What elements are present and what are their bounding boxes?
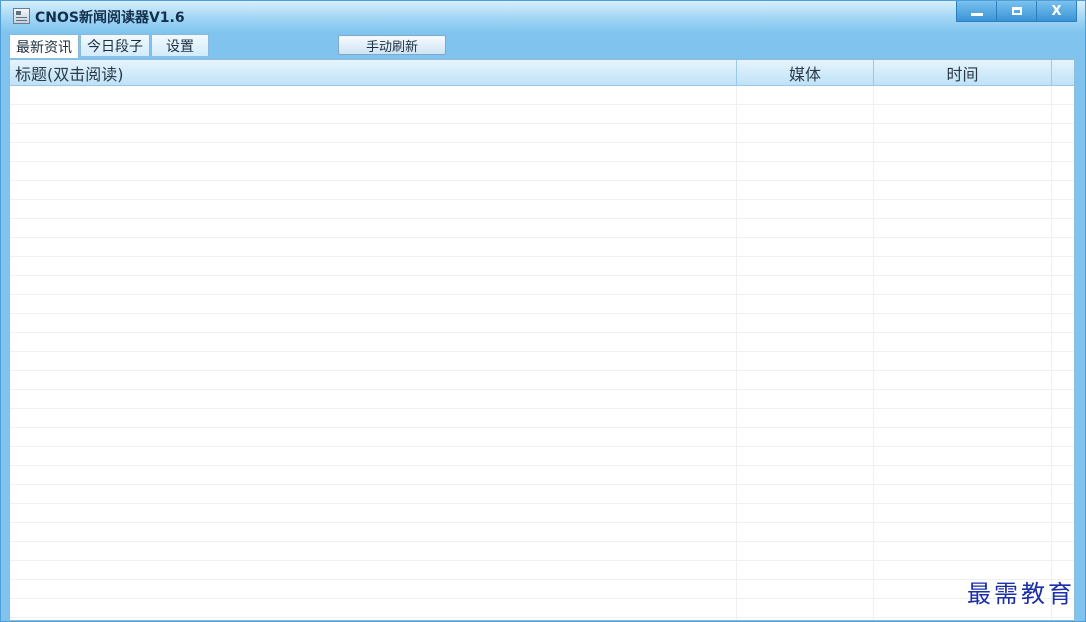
minimize-icon [970, 12, 983, 16]
table-row[interactable] [10, 428, 1074, 447]
column-divider [873, 86, 874, 620]
window-title: CNOS新闻阅读器V1.6 [35, 10, 185, 26]
minimize-button[interactable] [956, 1, 997, 22]
table-row[interactable] [10, 162, 1074, 181]
table-row[interactable] [10, 523, 1074, 542]
table-row[interactable] [10, 580, 1074, 599]
list-header: 标题(双击阅读) 媒体 时间 [10, 60, 1074, 86]
table-row[interactable] [10, 219, 1074, 238]
column-header-filler [1052, 60, 1074, 85]
tab-bar: 最新资讯 今日段子 设置 [9, 34, 210, 58]
news-list[interactable]: 标题(双击阅读) 媒体 时间 [9, 59, 1075, 621]
table-row[interactable] [10, 409, 1074, 428]
table-row[interactable] [10, 143, 1074, 162]
table-row[interactable] [10, 466, 1074, 485]
table-row[interactable] [10, 371, 1074, 390]
table-row[interactable] [10, 86, 1074, 105]
watermark-text: 最需教育 [967, 580, 1075, 608]
table-row[interactable] [10, 390, 1074, 409]
table-row[interactable] [10, 542, 1074, 561]
table-row[interactable] [10, 314, 1074, 333]
table-row[interactable] [10, 105, 1074, 124]
table-row[interactable] [10, 257, 1074, 276]
table-row[interactable] [10, 295, 1074, 314]
table-row[interactable] [10, 238, 1074, 257]
table-row[interactable] [10, 333, 1074, 352]
title-bar[interactable]: CNOS新闻阅读器V1.6 X [1, 1, 1085, 33]
column-header-title[interactable]: 标题(双击阅读) [10, 60, 737, 85]
column-header-media[interactable]: 媒体 [737, 60, 874, 85]
column-header-time[interactable]: 时间 [874, 60, 1052, 85]
table-row[interactable] [10, 447, 1074, 466]
window-controls: X [956, 1, 1077, 23]
maximize-button[interactable] [997, 1, 1037, 22]
table-row[interactable] [10, 200, 1074, 219]
manual-refresh-button[interactable]: 手动刷新 [338, 35, 446, 55]
table-row[interactable] [10, 276, 1074, 295]
app-window: CNOS新闻阅读器V1.6 X 最新资讯 今日段子 设置 手动刷新 标题(双击阅… [0, 0, 1086, 622]
tab-settings[interactable]: 设置 [151, 34, 209, 56]
app-icon [13, 8, 30, 24]
table-row[interactable] [10, 181, 1074, 200]
close-button[interactable]: X [1037, 1, 1077, 22]
close-icon: X [1051, 3, 1062, 19]
table-row[interactable] [10, 485, 1074, 504]
table-row[interactable] [10, 504, 1074, 523]
list-rows [10, 86, 1074, 618]
table-row[interactable] [10, 352, 1074, 371]
table-row[interactable] [10, 561, 1074, 580]
maximize-icon [1011, 7, 1022, 15]
table-row[interactable] [10, 599, 1074, 618]
column-divider [1051, 86, 1052, 620]
column-divider [736, 86, 737, 620]
table-row[interactable] [10, 124, 1074, 143]
tab-daily-jokes[interactable]: 今日段子 [80, 34, 150, 56]
tab-latest-news[interactable]: 最新资讯 [9, 34, 79, 58]
